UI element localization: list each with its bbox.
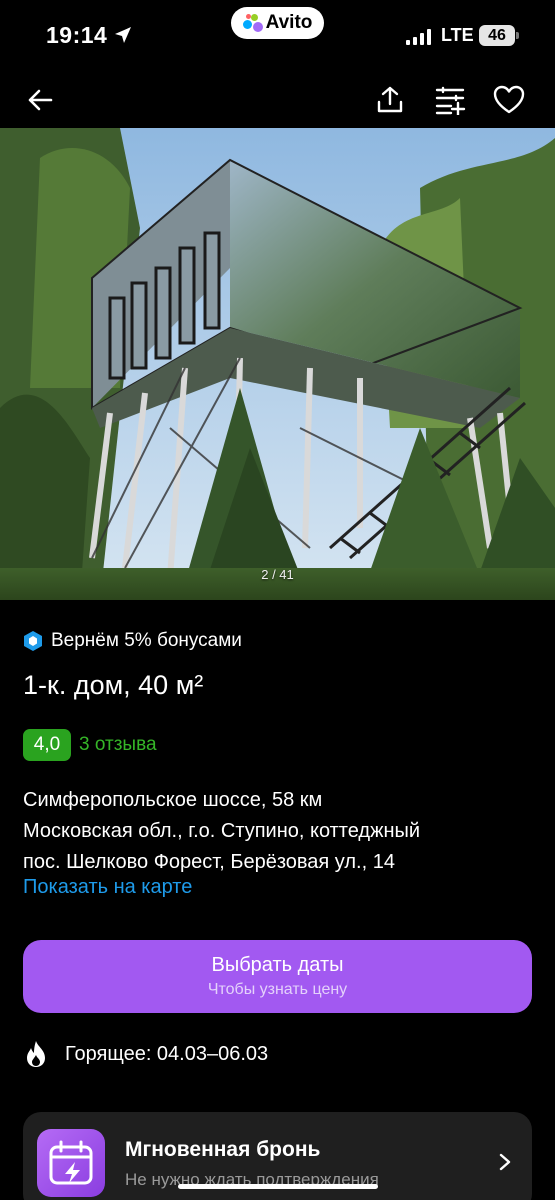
- status-bar: 19:14 Avito LTE 46: [0, 0, 555, 72]
- photo-counter: 2 / 41: [261, 567, 294, 582]
- battery-level: 46: [488, 26, 506, 44]
- location-arrow-icon: [115, 27, 131, 43]
- favorite-button[interactable]: [491, 82, 527, 118]
- instant-booking-title: Мгновенная бронь: [125, 1138, 321, 1161]
- bonus-text: Вернём 5% бонусами: [51, 630, 242, 651]
- address: Симферопольское шоссе, 58 км Московская …: [23, 785, 533, 878]
- fire-icon: [27, 1041, 45, 1067]
- back-button[interactable]: [22, 82, 58, 118]
- rating-row[interactable]: 4,0 3 отзыва: [23, 729, 157, 761]
- listing-title: 1-к. дом, 40 м²: [23, 670, 204, 700]
- address-line: Московская обл., г.о. Ступино, коттеджны…: [23, 820, 421, 842]
- status-time: 19:14: [46, 22, 108, 48]
- select-dates-button[interactable]: Выбрать даты Чтобы узнать цену: [23, 940, 532, 1013]
- back-arrow-icon: [28, 89, 53, 111]
- listing-photo: [0, 128, 555, 600]
- hot-deal-text: Горящее: 04.03–06.03: [65, 1042, 269, 1065]
- share-icon: [377, 86, 403, 113]
- show-on-map-link[interactable]: Показать на карте: [23, 876, 192, 899]
- battery-icon: 46: [479, 25, 519, 46]
- address-line: пос. Шелково Форест, Берёзовая ул., 14: [23, 851, 395, 873]
- home-indicator[interactable]: [178, 1184, 378, 1189]
- bonus-hexagon-icon: [24, 631, 42, 651]
- network-type: LTE: [441, 25, 474, 45]
- chevron-right-icon: [499, 1153, 511, 1171]
- hot-deal-row: Горящее: 04.03–06.03: [23, 1040, 268, 1068]
- select-dates-sublabel: Чтобы узнать цену: [207, 981, 348, 998]
- address-line: Симферопольское шоссе, 58 км: [23, 789, 323, 811]
- signal-icon: [406, 29, 431, 45]
- heart-icon: [493, 85, 525, 114]
- rating-badge: 4,0: [23, 729, 71, 761]
- avito-app-pill[interactable]: Avito: [231, 7, 324, 39]
- compare-button[interactable]: [432, 82, 468, 118]
- top-nav: [0, 72, 555, 128]
- calendar-lightning-icon: [37, 1129, 105, 1197]
- avito-logo-icon: [242, 14, 263, 32]
- share-button[interactable]: [372, 82, 408, 118]
- compare-icon: [435, 86, 466, 115]
- reviews-link[interactable]: 3 отзыва: [79, 734, 157, 756]
- select-dates-label: Выбрать даты: [211, 954, 344, 976]
- photo-gallery[interactable]: 2 / 41: [0, 128, 555, 600]
- avito-label: Avito: [265, 12, 313, 33]
- bonus-row: Вернём 5% бонусами: [23, 630, 242, 652]
